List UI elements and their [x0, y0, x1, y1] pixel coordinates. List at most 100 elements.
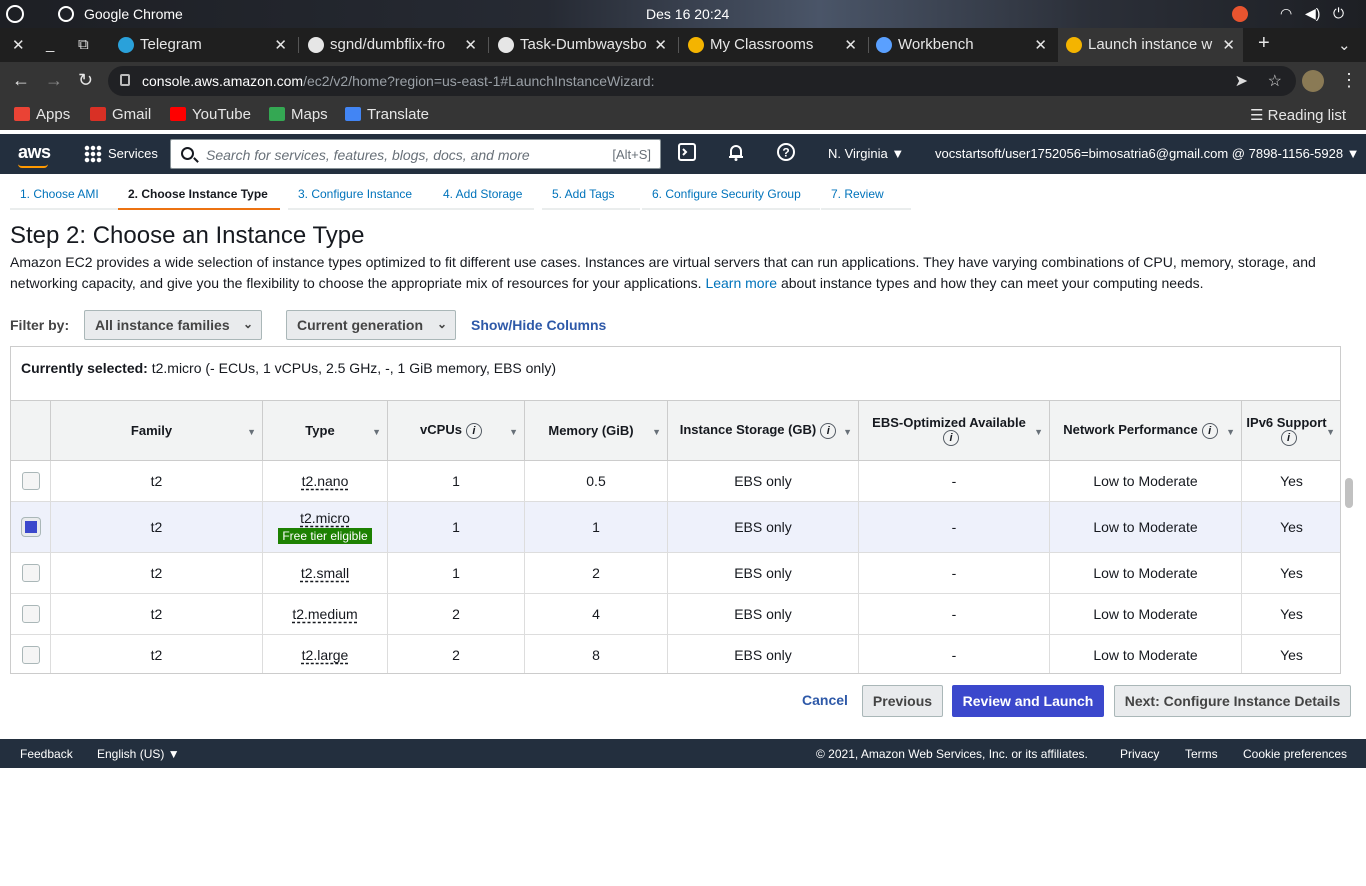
browser-tab[interactable]: Launch instance w ✕	[1058, 28, 1243, 62]
privacy-link[interactable]: Privacy	[1120, 747, 1159, 761]
close-tab-icon[interactable]: ✕	[654, 36, 667, 54]
learn-more-link[interactable]: Learn more	[705, 275, 777, 291]
table-row[interactable]: t2 t2.micro Free tier eligible 1 1 EBS only - L…	[11, 501, 1340, 553]
column-header-type[interactable]: Type ▼	[262, 400, 388, 461]
column-header-network[interactable]: Network Performance i ▼	[1049, 400, 1242, 461]
sort-icon[interactable]: ▼	[509, 427, 518, 437]
review-and-launch-button[interactable]: Review and Launch	[952, 685, 1104, 717]
active-app-name[interactable]: Google Chrome	[84, 6, 183, 22]
previous-button[interactable]: Previous	[862, 685, 943, 717]
browser-tab[interactable]: Telegram ✕	[110, 28, 295, 62]
power-icon[interactable]: ⏻	[1333, 5, 1344, 22]
wizard-step-1[interactable]: 1. Choose AMI	[20, 187, 99, 209]
next-configure-instance-button[interactable]: Next: Configure Instance Details	[1114, 685, 1351, 717]
minimize-window-icon[interactable]: _	[46, 36, 54, 53]
browser-tab[interactable]: sgnd/dumbflix-fro ✕	[300, 28, 485, 62]
row-checkbox[interactable]	[21, 472, 40, 491]
row-select-cell[interactable]	[11, 460, 51, 502]
services-menu[interactable]: Services	[108, 146, 158, 161]
notifications-bell-icon[interactable]	[727, 143, 745, 161]
show-hide-columns-button[interactable]: Show/Hide Columns	[471, 317, 606, 333]
column-header-ebs-optimized[interactable]: EBS-Optimized Available i ▼	[858, 400, 1050, 461]
instance-type-link[interactable]: t2.large	[302, 647, 349, 663]
close-tab-icon[interactable]: ✕	[1222, 36, 1235, 54]
clock[interactable]: Des 16 20:24	[646, 6, 729, 22]
instance-family-filter[interactable]: All instance families ⌄	[84, 310, 262, 340]
tab-search-icon[interactable]: ⌄	[1338, 36, 1351, 54]
browser-tab[interactable]: My Classrooms ✕	[680, 28, 865, 62]
profile-avatar[interactable]	[1302, 70, 1324, 92]
column-header-memory[interactable]: Memory (GiB) ▼	[524, 400, 668, 461]
sort-icon[interactable]: ▼	[1226, 427, 1235, 437]
wizard-step-5[interactable]: 5. Add Tags	[552, 187, 615, 209]
omnibox[interactable]: console.aws.amazon.com/ec2/v2/home?regio…	[108, 66, 1296, 96]
send-tab-icon[interactable]: ➤	[1235, 71, 1248, 91]
wizard-step-6[interactable]: 6. Configure Security Group	[652, 187, 801, 209]
generation-filter[interactable]: Current generation ⌄	[286, 310, 456, 340]
wizard-step-4[interactable]: 4. Add Storage	[443, 187, 522, 209]
cloudshell-icon[interactable]	[678, 143, 696, 161]
back-icon[interactable]: ←	[12, 70, 30, 91]
wizard-step-3[interactable]: 3. Configure Instance	[298, 187, 412, 209]
row-select-cell[interactable]	[11, 634, 51, 673]
vertical-scrollbar[interactable]	[1342, 466, 1356, 886]
new-tab-icon[interactable]: +	[1258, 32, 1270, 55]
sort-icon[interactable]: ▼	[247, 427, 256, 437]
bookmark-youtube[interactable]: YouTube	[170, 106, 251, 123]
language-selector[interactable]: English (US) ▼	[97, 747, 180, 761]
info-icon[interactable]: i	[943, 430, 959, 447]
url-host[interactable]: console.aws.amazon.com	[142, 73, 303, 89]
scrollbar-thumb[interactable]	[1345, 478, 1353, 508]
table-row[interactable]: t2 t2.medium 2 4 EBS only - Low to Moderate Yes	[11, 593, 1340, 635]
forward-icon[interactable]: →	[45, 70, 63, 91]
volume-icon[interactable]: ◀)	[1305, 5, 1320, 22]
row-select-cell[interactable]	[11, 501, 51, 553]
table-row[interactable]: t2 t2.small 1 2 EBS only - Low to Moderate Yes	[11, 552, 1340, 594]
tray-app-icon[interactable]	[1232, 6, 1248, 22]
column-header-storage[interactable]: Instance Storage (GB) i ▼	[667, 400, 859, 461]
aws-search-input[interactable]: Search for services, features, blogs, do…	[170, 139, 661, 169]
row-checkbox[interactable]	[21, 646, 40, 665]
instance-type-link[interactable]: t2.nano	[302, 473, 349, 489]
restore-window-icon[interactable]: ⧉	[78, 36, 89, 53]
terms-link[interactable]: Terms	[1185, 747, 1218, 761]
reading-list[interactable]: ☰ Reading list	[1250, 106, 1346, 124]
column-header-ipv6[interactable]: IPv6 Support i ▼	[1241, 400, 1340, 461]
account-menu[interactable]: vocstartsoft/user1752056=bimosatria6@gma…	[935, 146, 1360, 161]
row-select-cell[interactable]	[11, 593, 51, 635]
column-header-family[interactable]: Family ▼	[50, 400, 263, 461]
feedback-link[interactable]: Feedback	[20, 747, 73, 761]
instance-type-link[interactable]: t2.micro	[300, 510, 350, 526]
close-tab-icon[interactable]: ✕	[844, 36, 857, 54]
info-icon[interactable]: i	[820, 422, 837, 439]
browser-tab[interactable]: Workbench ✕	[868, 28, 1055, 62]
cookie-preferences-link[interactable]: Cookie preferences	[1243, 747, 1347, 761]
sort-icon[interactable]: ▼	[1034, 427, 1043, 437]
bookmark-star-icon[interactable]: ☆	[1268, 71, 1282, 91]
close-tab-icon[interactable]: ✕	[274, 36, 287, 54]
aws-logo[interactable]: aws	[18, 142, 51, 163]
help-icon[interactable]: ?	[777, 143, 795, 161]
reload-icon[interactable]: ↻	[78, 70, 93, 91]
info-icon[interactable]: i	[465, 422, 482, 439]
table-row[interactable]: t2 t2.large 2 8 EBS only - Low to Moderate Yes	[11, 634, 1340, 673]
close-tab-icon[interactable]: ✕	[464, 36, 477, 54]
table-row[interactable]: t2 t2.nano 1 0.5 EBS only - Low to Moderate Yes	[11, 460, 1340, 502]
close-window-icon[interactable]: ✕	[12, 36, 25, 54]
bookmark-apps[interactable]: Apps	[14, 106, 70, 123]
services-grid-icon[interactable]	[84, 145, 102, 163]
instance-type-link[interactable]: t2.medium	[292, 606, 357, 622]
region-selector[interactable]: N. Virginia ▼	[828, 146, 904, 161]
close-tab-icon[interactable]: ✕	[1034, 36, 1047, 54]
sort-icon[interactable]: ▼	[843, 427, 852, 437]
row-checkbox[interactable]	[21, 518, 40, 537]
bookmark-gmail[interactable]: Gmail	[90, 106, 151, 123]
info-icon[interactable]: i	[1201, 422, 1218, 439]
row-checkbox[interactable]	[21, 605, 40, 624]
bookmark-maps[interactable]: Maps	[269, 106, 328, 123]
instance-type-link[interactable]: t2.small	[301, 565, 349, 581]
chrome-menu-icon[interactable]: ⋮	[1340, 70, 1358, 91]
browser-tab[interactable]: Task-Dumbwaysbo ✕	[490, 28, 675, 62]
wifi-icon[interactable]: ◠	[1280, 5, 1292, 22]
lock-icon[interactable]	[120, 74, 130, 86]
